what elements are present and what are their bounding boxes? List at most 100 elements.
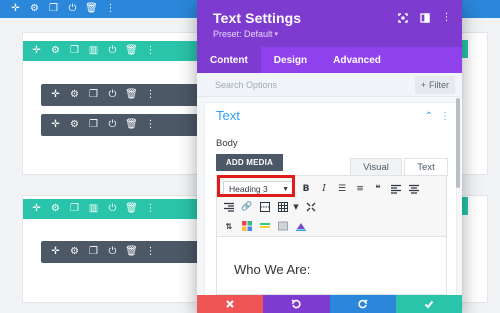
- align-right-icon[interactable]: [223, 201, 235, 213]
- search-input[interactable]: Search Options: [215, 80, 277, 90]
- numbered-list-icon[interactable]: ≡: [354, 183, 366, 195]
- tab-visual[interactable]: Visual: [350, 158, 402, 176]
- gear-icon[interactable]: ⚙: [50, 46, 61, 57]
- modal-header-controls: ⋮: [397, 12, 452, 23]
- move-icon[interactable]: ✛: [50, 90, 61, 101]
- tab-design[interactable]: Design: [261, 47, 320, 73]
- table-icon[interactable]: [277, 201, 289, 213]
- text-settings-modal: Text Settings Preset: Default ▾ ⋮ Conten…: [197, 0, 462, 313]
- module-toolbar: ✛ ⚙ ❐ ⏻ 🗑 ⋮: [41, 241, 201, 263]
- preset-selector[interactable]: Preset: Default ▾: [213, 29, 462, 39]
- row-edge-handle[interactable]: [462, 40, 468, 58]
- preset-label: Preset: Default: [213, 29, 273, 39]
- section-edge-handle[interactable]: [462, 2, 468, 16]
- more-icon[interactable]: ⋮: [145, 247, 156, 258]
- power-icon[interactable]: ⏻: [107, 120, 118, 131]
- modal-tabs: Content Design Advanced: [197, 47, 462, 73]
- heading-select-highlight: [217, 175, 295, 197]
- trash-icon[interactable]: 🗑: [125, 120, 138, 131]
- fullscreen-icon[interactable]: [397, 12, 408, 23]
- columns-icon[interactable]: ▥: [88, 204, 99, 215]
- tab-text[interactable]: Text: [404, 158, 448, 176]
- more-icon[interactable]: ⋮: [145, 90, 156, 101]
- more-icon[interactable]: ⋮: [440, 111, 450, 122]
- duplicate-icon[interactable]: ❐: [69, 46, 80, 57]
- move-icon[interactable]: ✛: [31, 204, 42, 215]
- move-icon[interactable]: ✛: [50, 247, 61, 258]
- content-text[interactable]: Who We Are:: [234, 262, 310, 277]
- move-icon[interactable]: ✛: [31, 46, 42, 57]
- redo-button[interactable]: [329, 295, 396, 313]
- gear-icon[interactable]: ⚙: [69, 90, 80, 101]
- row-edge-handle[interactable]: [462, 197, 468, 215]
- trash-icon[interactable]: 🗑: [125, 46, 138, 57]
- add-media-button[interactable]: ADD MEDIA: [216, 154, 283, 171]
- more-icon[interactable]: ⋮: [145, 120, 156, 131]
- table-dropdown-caret-icon[interactable]: ▼: [290, 201, 302, 213]
- row-toolbar: ✛ ⚙ ❐ ▥ ⏻ 🗑 ⋮: [23, 41, 198, 61]
- search-options[interactable]: Search Options + Filter: [197, 73, 462, 97]
- power-icon[interactable]: ⏻: [107, 46, 118, 57]
- italic-icon[interactable]: I: [318, 183, 330, 195]
- tab-advanced[interactable]: Advanced: [320, 47, 394, 73]
- bold-icon[interactable]: B: [300, 183, 312, 195]
- move-icon[interactable]: ✛: [10, 4, 21, 15]
- modal-footer: [197, 295, 462, 313]
- align-left-icon[interactable]: [390, 183, 402, 195]
- power-icon[interactable]: ⏻: [67, 4, 78, 15]
- color-palette-icon[interactable]: [241, 220, 253, 232]
- gear-icon[interactable]: ⚙: [29, 4, 40, 15]
- filter-button[interactable]: + Filter: [414, 76, 455, 94]
- more-icon[interactable]: ⋮: [105, 4, 116, 15]
- row-toolbar: ✛ ⚙ ❐ ▥ ⏻ 🗑 ⋮: [23, 199, 198, 219]
- fullscreen-editor-icon[interactable]: [305, 201, 317, 213]
- more-icon[interactable]: ⋮: [145, 204, 156, 215]
- close-icon: [226, 300, 234, 308]
- power-icon[interactable]: ⏻: [107, 90, 118, 101]
- more-icon[interactable]: ⋮: [441, 12, 452, 23]
- caret-down-icon: ▾: [274, 31, 279, 38]
- power-icon[interactable]: ⏻: [107, 247, 118, 258]
- columns-icon[interactable]: ▥: [88, 46, 99, 57]
- module-toolbar: ✛ ⚙ ❐ ⏻ 🗑 ⋮: [41, 114, 201, 136]
- link-icon[interactable]: 🔗: [241, 201, 253, 213]
- filter-label: Filter: [429, 80, 449, 90]
- more-icon[interactable]: ⋮: [145, 46, 156, 57]
- trash-icon[interactable]: 🗑: [85, 4, 98, 15]
- gear-icon[interactable]: ⚙: [69, 247, 80, 258]
- gear-icon[interactable]: ⚙: [69, 120, 80, 131]
- format-table-icon[interactable]: [277, 220, 289, 232]
- trash-icon[interactable]: 🗑: [125, 247, 138, 258]
- duplicate-icon[interactable]: ❐: [48, 4, 59, 15]
- text-option-group: Text ⌃ ⋮ Body ADD MEDIA Visual Text Head…: [204, 102, 457, 296]
- read-more-icon[interactable]: [259, 201, 271, 213]
- duplicate-icon[interactable]: ❐: [88, 120, 99, 131]
- move-icon[interactable]: ✛: [50, 120, 61, 131]
- bullet-list-icon[interactable]: ☰: [336, 183, 348, 195]
- duplicate-icon[interactable]: ❐: [69, 204, 80, 215]
- clear-format-icon[interactable]: [295, 220, 307, 232]
- align-center-icon[interactable]: [408, 183, 420, 195]
- trash-icon[interactable]: 🗑: [125, 90, 138, 101]
- editor-content-area[interactable]: Who We Are:: [216, 237, 447, 295]
- check-icon: [424, 300, 434, 309]
- gear-icon[interactable]: ⚙: [50, 204, 61, 215]
- undo-button[interactable]: [263, 295, 330, 313]
- duplicate-icon[interactable]: ❐: [88, 247, 99, 258]
- group-title[interactable]: Text: [216, 108, 240, 123]
- blockquote-icon[interactable]: ❝: [372, 183, 384, 195]
- duplicate-icon[interactable]: ❐: [88, 90, 99, 101]
- scrollbar[interactable]: [456, 98, 460, 188]
- highlight-icon[interactable]: [259, 220, 271, 232]
- tab-content[interactable]: Content: [197, 47, 261, 73]
- text-direction-icon[interactable]: ⇅: [223, 220, 235, 232]
- module-toolbar: ✛ ⚙ ❐ ⏻ 🗑 ⋮: [41, 84, 201, 106]
- chevron-up-icon[interactable]: ⌃: [425, 111, 433, 122]
- save-button[interactable]: [395, 295, 462, 313]
- sidebar-dock-icon[interactable]: [419, 12, 430, 23]
- cancel-button[interactable]: [197, 295, 264, 313]
- group-controls: ⌃ ⋮: [425, 111, 450, 122]
- undo-icon: [291, 299, 302, 309]
- power-icon[interactable]: ⏻: [107, 204, 118, 215]
- trash-icon[interactable]: 🗑: [125, 204, 138, 215]
